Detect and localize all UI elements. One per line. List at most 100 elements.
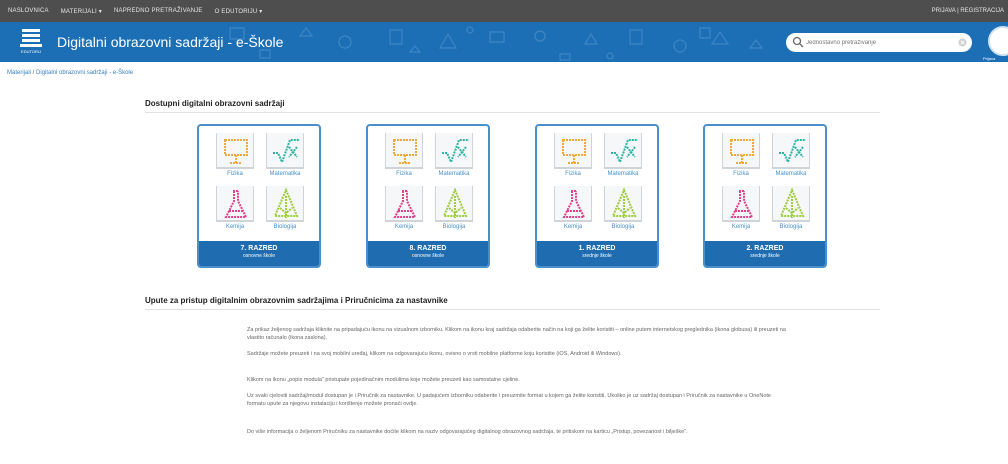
subject-label: Matematika: [438, 171, 470, 177]
school-type-label: osnovne škole: [243, 253, 275, 259]
login-register-link[interactable]: PRIJAVA | REGISTRACIJA: [932, 0, 1004, 22]
subject-kemija[interactable]: Kemija: [211, 186, 261, 236]
subject-label: Fizika: [565, 171, 581, 177]
subject-kemija[interactable]: Kemija: [549, 186, 599, 236]
instruction-paragraph: Uz svaki cjeloviti sadržaj/modul dostupa…: [247, 393, 771, 407]
page-title: Digitalni obrazovni sadržaji - e-Škole: [57, 34, 284, 50]
subject-biologija[interactable]: Biologija: [599, 186, 649, 236]
subject-label: Biologija: [611, 224, 635, 230]
leaf-icon: [273, 187, 299, 218]
square-root-icon: [273, 139, 300, 165]
search-input[interactable]: [806, 36, 956, 49]
subject-matematika[interactable]: Matematika: [767, 133, 817, 183]
presentation-board-icon: [224, 139, 248, 164]
instruction-paragraph: Za prikaz željenog sadržaja kliknite na …: [247, 327, 786, 341]
grade-label: 2. RAZRED: [746, 245, 784, 252]
subject-kemija[interactable]: Kemija: [380, 186, 430, 236]
subject-label: Biologija: [442, 224, 466, 230]
top-nav: Naslovnica Materijali ▾ Napredno pretraž…: [8, 0, 262, 22]
tile: [722, 133, 760, 169]
leaf-icon: [442, 187, 468, 218]
subject-fizika[interactable]: Fizika: [717, 133, 767, 183]
subject-matematika[interactable]: Matematika: [430, 133, 480, 183]
grade-banner[interactable]: 2. RAZRED srednje škole: [705, 241, 825, 266]
user-caption: Prijava: [983, 56, 996, 61]
search-box: [786, 33, 972, 52]
subject-label: Fizika: [733, 171, 749, 177]
subject-fizika[interactable]: Fizika: [380, 133, 430, 183]
edutorij-logo[interactable]: EDUTORIJ: [17, 27, 45, 57]
subject-fizika[interactable]: Fizika: [549, 133, 599, 183]
flask-icon: [224, 190, 248, 218]
nav-materijali[interactable]: Materijali ▾: [61, 8, 102, 15]
close-icon[interactable]: [958, 38, 967, 47]
school-type-label: srednje škole: [582, 253, 612, 259]
book-icon: [20, 29, 42, 47]
instruction-paragraph: Klikom na ikonu „popis modula" pristupat…: [247, 377, 520, 383]
tile: [385, 186, 423, 222]
subject-label: Fizika: [396, 171, 412, 177]
grade-banner[interactable]: 8. RAZRED osnovne škole: [368, 241, 488, 266]
flask-icon: [562, 190, 586, 218]
card-7-razred[interactable]: Fizika Matematika Kemija Biologija 7. RA…: [197, 124, 321, 268]
card-8-razred[interactable]: Fizika Matematika Kemija Biologija 8. RA…: [366, 124, 490, 268]
subject-matematika[interactable]: Matematika: [599, 133, 649, 183]
instruction-paragraph: Do više informacija o željenom Priručnik…: [247, 429, 688, 435]
square-root-icon: [779, 139, 806, 165]
card-2-razred[interactable]: Fizika Matematika Kemija Biologija 2. RA…: [703, 124, 827, 268]
subject-biologija[interactable]: Biologija: [767, 186, 817, 236]
grade-label: 7. RAZRED: [240, 245, 278, 252]
breadcrumb-materijali[interactable]: Materijali: [7, 70, 31, 76]
tile: [266, 133, 304, 169]
tile: [266, 186, 304, 222]
subject-label: Matematika: [269, 171, 301, 177]
tile: [435, 186, 473, 222]
presentation-board-icon: [562, 139, 586, 164]
tile: [216, 133, 254, 169]
subject-matematika[interactable]: Matematika: [261, 133, 311, 183]
instruction-paragraph: Sadržaje možete preuzeti i na svoj mobil…: [247, 351, 622, 357]
leaf-icon: [611, 187, 637, 218]
logo-text: EDUTORIJ: [21, 49, 41, 54]
tile: [554, 186, 592, 222]
flask-icon: [393, 190, 417, 218]
tile: [722, 186, 760, 222]
tile: [772, 186, 810, 222]
subject-label: Fizika: [227, 171, 243, 177]
tile: [385, 133, 423, 169]
subject-biologija[interactable]: Biologija: [261, 186, 311, 236]
grade-banner[interactable]: 7. RAZRED osnovne škole: [199, 241, 319, 266]
tile: [216, 186, 254, 222]
subject-biologija[interactable]: Biologija: [430, 186, 480, 236]
subject-label: Biologija: [779, 224, 803, 230]
nav-naslovnica[interactable]: Naslovnica: [8, 8, 49, 14]
card-1-razred[interactable]: Fizika Matematika Kemija Biologija 1. RA…: [535, 124, 659, 268]
subject-label: Matematika: [607, 171, 639, 177]
presentation-board-icon: [393, 139, 417, 164]
square-root-icon: [611, 139, 638, 165]
nav-napredno-pretrazivanje[interactable]: Napredno pretraživanje: [114, 8, 203, 14]
tile: [435, 133, 473, 169]
tile: [604, 186, 642, 222]
tile: [772, 133, 810, 169]
subject-label: Kemija: [731, 224, 751, 230]
school-type-label: osnovne škole: [412, 253, 444, 259]
grade-label: 1. RAZRED: [578, 245, 616, 252]
grade-label: 8. RAZRED: [409, 245, 447, 252]
tile: [554, 133, 592, 169]
section-title-available: Dostupni digitalni obrazovni sadržaji: [145, 99, 285, 108]
subject-fizika[interactable]: Fizika: [211, 133, 261, 183]
subject-label: Matematika: [775, 171, 807, 177]
presentation-board-icon: [730, 139, 754, 164]
square-root-icon: [442, 139, 469, 165]
grade-banner[interactable]: 1. RAZRED srednje škole: [537, 241, 657, 266]
subject-kemija[interactable]: Kemija: [717, 186, 767, 236]
breadcrumb-current[interactable]: Digitalni obrazovni sadržaji - e-Škole: [36, 70, 133, 76]
search-icon[interactable]: [792, 36, 804, 48]
school-type-label: srednje škole: [750, 253, 780, 259]
breadcrumb: Materijali / Digitalni obrazovni sadržaj…: [7, 70, 133, 76]
nav-o-edutoriju[interactable]: O Edutoriju ▾: [215, 8, 263, 15]
subject-label: Kemija: [563, 224, 583, 230]
subject-label: Kemija: [225, 224, 245, 230]
flask-icon: [730, 190, 754, 218]
